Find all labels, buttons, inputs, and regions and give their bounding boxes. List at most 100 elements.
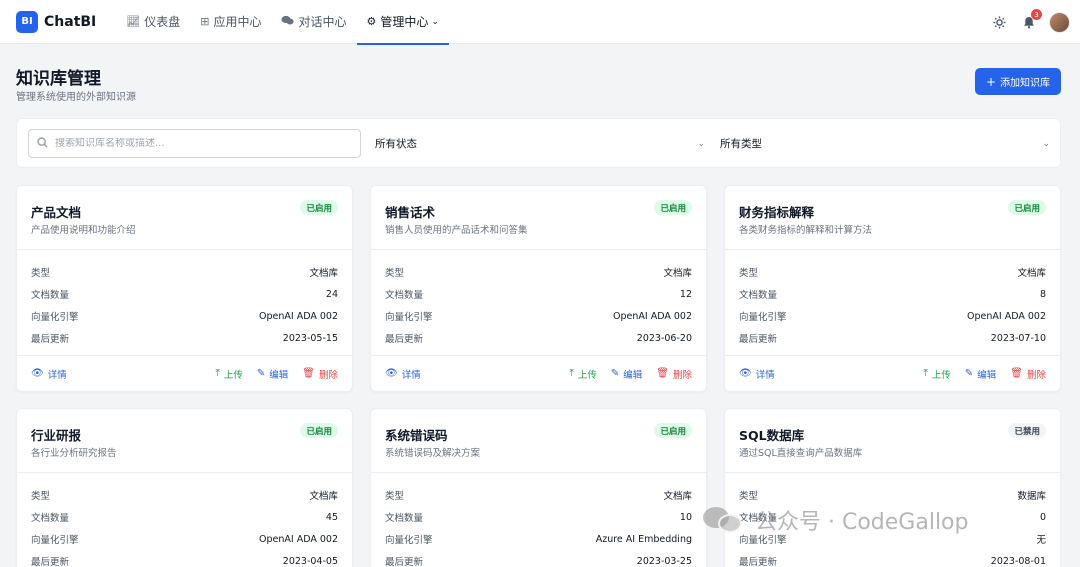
updated-value: 2023-06-20 [636, 332, 692, 344]
card-title: 系统错误码 [385, 428, 448, 443]
edit-icon: ✎ [610, 368, 620, 379]
engine-label: 向量化引擎 [31, 312, 79, 323]
card-description: 系统错误码及解决方案 [385, 448, 481, 459]
edit-label: 编辑 [977, 369, 997, 381]
doc-count-value: 24 [325, 288, 338, 300]
doc-count-label: 文档数量 [385, 513, 424, 524]
nav-dashboard[interactable]: 📈︎ 仪表盘 [116, 0, 190, 44]
app-logo[interactable]: BI ChatBI [16, 10, 97, 33]
chevron-down-icon: ⌄ [697, 138, 705, 149]
grid-icon: ⊞ [200, 15, 210, 28]
doc-count-value: 8 [1039, 288, 1046, 300]
detail-label: 详情 [47, 369, 67, 381]
edit-label: 编辑 [269, 369, 289, 381]
add-button-label: 添加知识库 [1000, 78, 1051, 89]
app-name: ChatBI [44, 13, 97, 30]
detail-button[interactable]: 👁︎ 详情 [31, 367, 67, 381]
updated-label: 最后更新 [31, 557, 70, 567]
detail-button[interactable]: 👁︎ 详情 [385, 367, 421, 381]
upload-label: 上传 [577, 369, 597, 381]
upload-icon: ⤒ [215, 368, 220, 379]
updated-label: 最后更新 [739, 334, 778, 345]
delete-button[interactable]: 🗑︎ 删除 [1010, 367, 1046, 381]
doc-count-label: 文档数量 [385, 290, 424, 301]
plus-icon: + [985, 74, 997, 89]
chevron-down-icon: ⌄ [1042, 138, 1050, 149]
doc-count-label: 文档数量 [31, 513, 70, 524]
type-value: 文档库 [1017, 268, 1046, 279]
doc-count-value: 12 [679, 288, 692, 300]
edit-button[interactable]: ✎ 编辑 [611, 367, 642, 381]
nav-label: 管理中心 [380, 15, 429, 29]
engine-value: OpenAI ADA 002 [613, 310, 692, 322]
delete-button[interactable]: 🗑︎ 删除 [302, 367, 338, 381]
doc-count-label: 文档数量 [31, 290, 70, 301]
status-badge: 已启用 [300, 200, 338, 215]
main-nav: 📈︎ 仪表盘 ⊞ 应用中心 对话中心 ⚙ 管理中心 ⌄ [116, 0, 450, 45]
engine-value: Azure AI Embedding [595, 533, 692, 545]
card-title: 销售话术 [385, 205, 436, 220]
add-knowledge-base-button[interactable]: + 添加知识库 [975, 68, 1061, 95]
nav-chat-center[interactable]: 对话中心 [271, 0, 356, 44]
status-select[interactable]: 所有状态 ⌄ [375, 129, 705, 158]
chevron-down-icon: ⌄ [431, 16, 439, 27]
type-value: 文档库 [663, 268, 692, 279]
updated-label: 最后更新 [385, 334, 424, 345]
logo-badge: BI [16, 10, 38, 33]
card-title: 行业研报 [31, 428, 82, 443]
trash-icon: 🗑︎ [302, 368, 315, 379]
knowledge-base-card: 行业研报 各行业分析研究报告 已启用 类型 文档库 文档数量 45 向量化引擎 Ope… [16, 408, 353, 567]
engine-label: 向量化引擎 [31, 535, 79, 546]
upload-button[interactable]: ⤒ 上传 [923, 367, 950, 381]
search-input[interactable] [55, 138, 335, 149]
upload-label: 上传 [931, 369, 951, 381]
updated-label: 最后更新 [385, 557, 424, 567]
updated-label: 最后更新 [739, 557, 778, 567]
card-description: 各行业分析研究报告 [31, 448, 117, 459]
type-value: 文档库 [309, 491, 338, 502]
line-chart-icon: 📈︎ [126, 15, 141, 28]
upload-button[interactable]: ⤒ 上传 [569, 367, 596, 381]
edit-icon: ✎ [256, 368, 266, 379]
updated-value: 2023-07-10 [990, 332, 1046, 344]
watermark-text: 公众号 · CodeGallop [755, 510, 969, 535]
knowledge-base-card: SQL数据库 通过SQL直接查询产品数据库 已禁用 类型 数据库 文档数量 0 向量… [724, 408, 1061, 567]
card-title: 财务指标解释 [739, 205, 815, 220]
knowledge-base-card: 系统错误码 系统错误码及解决方案 已启用 类型 文档库 文档数量 10 向量化引擎 A… [370, 408, 707, 567]
knowledge-base-card: 财务指标解释 各类财务指标的解释和计算方法 已启用 类型 文档库 文档数量 8 向量… [724, 185, 1061, 392]
trash-icon: 🗑︎ [1010, 368, 1023, 379]
card-description: 销售人员使用的产品话术和问答集 [385, 225, 528, 236]
type-label: 类型 [31, 491, 51, 502]
type-value: 数据库 [1017, 491, 1046, 502]
filter-bar: 所有状态 ⌄ 所有类型 ⌄ [16, 118, 1061, 168]
upload-label: 上传 [223, 369, 243, 381]
doc-count-value: 45 [325, 511, 338, 523]
trash-icon: 🗑︎ [656, 368, 669, 379]
type-label: 类型 [31, 268, 51, 279]
top-navigation-bar: BI ChatBI 📈︎ 仪表盘 ⊞ 应用中心 对话中心 ⚙ 管理中心 ⌄ 3 [0, 0, 1080, 45]
engine-label: 向量化引擎 [385, 535, 433, 546]
search-box[interactable] [28, 129, 361, 158]
upload-button[interactable]: ⤒ 上传 [215, 367, 242, 381]
edit-button[interactable]: ✎ 编辑 [965, 367, 996, 381]
detail-button[interactable]: 👁︎ 详情 [739, 367, 775, 381]
chat-bubbles-icon [281, 15, 295, 29]
eye-icon: 👁︎ [31, 368, 44, 379]
type-select[interactable]: 所有类型 ⌄ [720, 129, 1050, 158]
nav-app-center[interactable]: ⊞ 应用中心 [190, 0, 271, 44]
delete-button[interactable]: 🗑︎ 删除 [656, 367, 692, 381]
updated-value: 2023-03-25 [636, 555, 692, 567]
engine-value: OpenAI ADA 002 [259, 310, 338, 322]
doc-count-value: 10 [679, 511, 692, 523]
nav-label: 应用中心 [213, 15, 262, 29]
status-badge: 已启用 [654, 423, 692, 438]
nav-label: 仪表盘 [144, 15, 181, 29]
engine-value: OpenAI ADA 002 [967, 310, 1046, 322]
edit-button[interactable]: ✎ 编辑 [257, 367, 288, 381]
nav-management-center[interactable]: ⚙ 管理中心 ⌄ [356, 0, 450, 45]
detail-label: 详情 [755, 369, 775, 381]
theme-toggle-icon[interactable] [989, 12, 1009, 32]
user-avatar[interactable] [1049, 11, 1070, 33]
notification-bell-icon[interactable]: 3 [1019, 9, 1042, 32]
card-description: 各类财务指标的解释和计算方法 [739, 225, 873, 236]
